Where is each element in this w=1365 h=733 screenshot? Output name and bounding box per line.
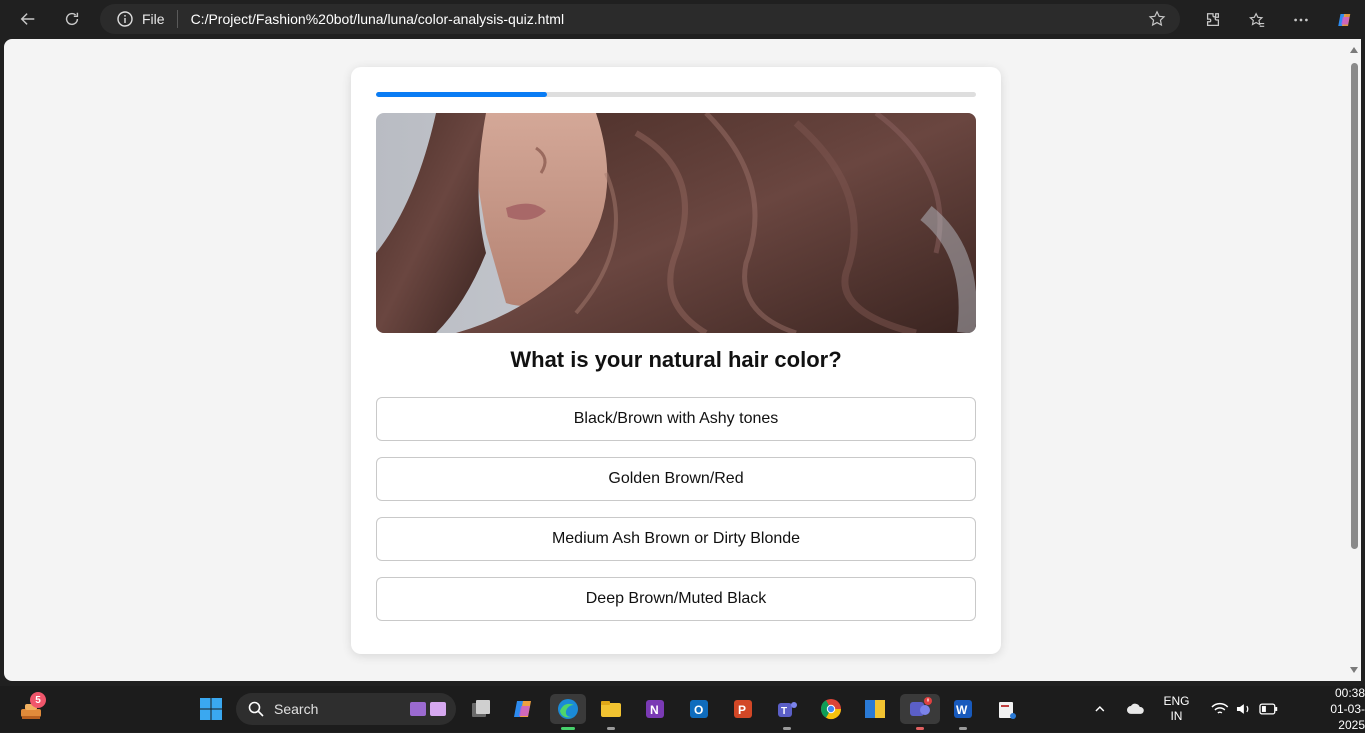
search-highlight-icon (410, 702, 446, 716)
hair-photo (376, 113, 976, 333)
widgets-icon[interactable]: 5 (16, 692, 46, 724)
address-bar[interactable]: File C:/Project/Fashion%20bot/luna/luna/… (100, 4, 1180, 34)
notification-badge: 5 (30, 692, 46, 708)
search-icon (248, 701, 264, 717)
clock-date: 01-03-2025 (1330, 702, 1365, 732)
wifi-icon[interactable] (1211, 702, 1229, 716)
answer-option-button[interactable]: Deep Brown/Muted Black (376, 577, 976, 621)
taskbar-search[interactable]: Search (236, 693, 456, 725)
scroll-thumb[interactable] (1351, 63, 1358, 549)
powerpoint-icon[interactable]: P (728, 694, 758, 724)
answer-option-button[interactable]: Medium Ash Brown or Dirty Blonde (376, 517, 976, 561)
taskbar: 5 Search N O P T W ENG IN 00:38 01-03-20… (0, 686, 1365, 732)
quiz-card: What is your natural hair color? Black/B… (351, 67, 1001, 654)
edge-browser-icon[interactable] (550, 694, 586, 730)
volume-icon[interactable] (1235, 702, 1253, 716)
copilot-app-icon[interactable] (509, 694, 539, 724)
start-windows-icon[interactable] (196, 694, 226, 724)
language-indicator[interactable]: ENG IN (1163, 694, 1189, 724)
back-icon[interactable] (12, 3, 44, 35)
favorite-star-icon[interactable] (1148, 10, 1166, 28)
svg-text:P: P (738, 703, 746, 717)
answer-option-button[interactable]: Golden Brown/Red (376, 457, 976, 501)
clock-time: 00:38 (1334, 686, 1365, 700)
file-label: File (142, 11, 165, 27)
refresh-icon[interactable] (56, 3, 88, 35)
search-label: Search (274, 701, 319, 717)
battery-icon[interactable] (1259, 703, 1279, 715)
question-title: What is your natural hair color? (510, 347, 842, 372)
more-options-icon[interactable] (1281, 4, 1321, 36)
svg-text:W: W (956, 703, 968, 717)
page-viewport: What is your natural hair color? Black/B… (4, 39, 1347, 681)
language-region: IN (1170, 709, 1183, 723)
system-tray: ENG IN 00:38 01-03-2025 (1092, 686, 1365, 732)
clock[interactable]: 00:38 01-03-2025 (1305, 685, 1365, 733)
onenote-icon[interactable]: N (640, 694, 670, 724)
scroll-up-icon[interactable] (1350, 47, 1358, 53)
copilot-icon[interactable] (1325, 4, 1365, 36)
answer-option-button[interactable]: Black/Brown with Ashy tones (376, 397, 976, 441)
chrome-icon[interactable] (816, 694, 846, 724)
snipping-tool-icon[interactable] (992, 694, 1022, 724)
outlook-icon[interactable]: O (684, 694, 714, 724)
progress-bar (376, 92, 976, 97)
svg-text:N: N (650, 703, 659, 717)
file-explorer-icon[interactable] (596, 694, 626, 730)
address-divider (176, 10, 178, 28)
vertical-scrollbar[interactable] (1347, 39, 1361, 681)
url-text[interactable]: C:/Project/Fashion%20bot/luna/luna/color… (191, 11, 565, 27)
extensions-icon[interactable] (1193, 4, 1233, 36)
teams-alert-icon[interactable] (900, 694, 940, 730)
show-hidden-icons-chevron-icon[interactable] (1092, 701, 1108, 717)
info-icon[interactable] (116, 10, 134, 28)
browser-toolbar: File C:/Project/Fashion%20bot/luna/luna/… (0, 0, 1365, 39)
app-tiles-icon[interactable] (860, 694, 890, 724)
progress-fill (376, 92, 547, 97)
favorites-icon[interactable] (1237, 4, 1277, 36)
language-code: ENG (1163, 694, 1190, 708)
svg-text:O: O (694, 703, 703, 717)
word-icon[interactable]: W (948, 694, 978, 730)
teams-icon[interactable]: T (772, 694, 802, 730)
scroll-down-icon[interactable] (1350, 667, 1358, 673)
svg-text:T: T (781, 706, 787, 717)
onedrive-cloud-icon[interactable] (1126, 702, 1146, 716)
task-view-icon[interactable] (466, 694, 496, 724)
